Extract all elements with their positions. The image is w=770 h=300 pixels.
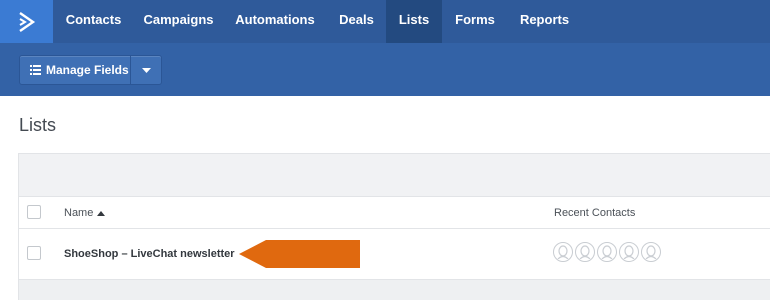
table-actions-bar — [19, 154, 770, 197]
table-row-next — [19, 280, 770, 300]
nav-forms[interactable]: Forms — [442, 0, 508, 43]
recent-contacts-avatars — [553, 242, 661, 262]
page-title: Lists — [19, 115, 57, 135]
sort-ascending-icon — [97, 210, 106, 216]
manage-fields-button-group: Manage Fields — [19, 55, 162, 85]
column-header-recent-contacts: Recent Contacts — [554, 207, 636, 219]
manage-fields-dropdown-button[interactable] — [131, 56, 162, 84]
list-icon — [30, 65, 41, 75]
caret-down-icon — [142, 67, 151, 73]
app-logo[interactable] — [0, 0, 53, 43]
nav-lists[interactable]: Lists — [386, 0, 442, 43]
nav-automations[interactable]: Automations — [223, 0, 327, 43]
contact-avatar-icon[interactable] — [619, 242, 639, 262]
top-navigation: Contacts Campaigns Automations Deals Lis… — [0, 0, 770, 43]
column-name-label: Name — [64, 207, 94, 219]
manage-fields-label: Manage Fields — [46, 63, 129, 77]
annotation-arrow-icon — [237, 238, 363, 270]
contact-avatar-icon[interactable] — [641, 242, 661, 262]
select-all-checkbox[interactable] — [27, 205, 41, 219]
nav-contacts[interactable]: Contacts — [53, 0, 134, 43]
chevron-right-logo-icon — [18, 11, 35, 32]
contact-avatar-icon[interactable] — [597, 242, 617, 262]
table-row[interactable]: ShoeShop – LiveChat newsletter — [19, 229, 770, 280]
lists-table: Name Recent Contacts ShoeShop – LiveChat… — [18, 153, 770, 300]
contact-avatar-icon[interactable] — [575, 242, 595, 262]
nav-reports[interactable]: Reports — [508, 0, 581, 43]
table-header-row: Name Recent Contacts — [19, 197, 770, 229]
nav-deals[interactable]: Deals — [327, 0, 386, 43]
list-name-link[interactable]: ShoeShop – LiveChat newsletter — [64, 248, 235, 260]
nav-campaigns[interactable]: Campaigns — [134, 0, 223, 43]
manage-fields-button[interactable]: Manage Fields — [20, 56, 130, 84]
toolbar: Manage Fields — [0, 43, 770, 96]
row-checkbox[interactable] — [27, 246, 41, 260]
contact-avatar-icon[interactable] — [553, 242, 573, 262]
column-header-name[interactable]: Name — [64, 207, 106, 219]
